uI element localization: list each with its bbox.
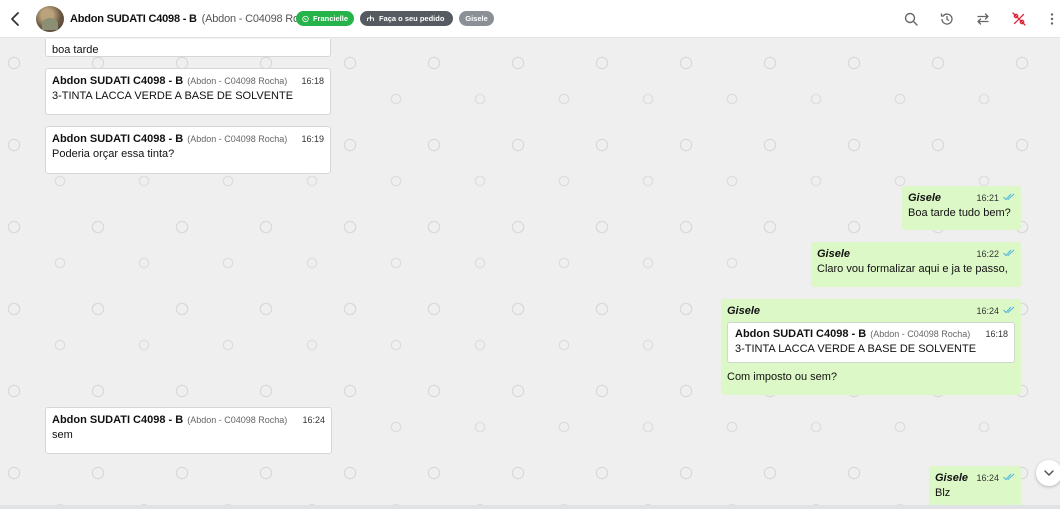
- quoted-time: 16:18: [985, 329, 1008, 339]
- composer-edge: [0, 505, 1060, 509]
- message-bubble-in[interactable]: Abdon SUDATI C4098 - B (Abdon - C04098 R…: [45, 407, 332, 454]
- message-author: Gisele: [817, 248, 851, 260]
- message-author-sub: (Abdon - C04098 Rocha): [187, 134, 288, 144]
- agent-tag-label: Gisele: [465, 14, 488, 23]
- order-tag-label: Faça o seu pedido: [379, 14, 445, 23]
- back-icon[interactable]: [9, 11, 23, 27]
- message-time: 16:24: [976, 306, 999, 316]
- read-ticks-icon: [1003, 473, 1015, 481]
- search-icon[interactable]: [903, 11, 919, 27]
- read-ticks-icon: [1003, 306, 1015, 314]
- message-author-sub: (Abdon - C04098 Rocha): [187, 415, 288, 425]
- percent-off-icon[interactable]: [1011, 11, 1027, 27]
- chevron-down-icon: [1044, 470, 1054, 477]
- history-icon[interactable]: [939, 11, 955, 27]
- message-list[interactable]: boa tarde Abdon SUDATI C4098 - B (Abdon …: [0, 39, 1060, 505]
- message-time: 16:22: [976, 249, 999, 259]
- message-bubble-in[interactable]: boa tarde: [45, 39, 331, 57]
- order-tag[interactable]: Faça o seu pedido: [360, 11, 453, 26]
- message-text: Blz: [935, 487, 951, 499]
- whatsapp-tag[interactable]: Francielle: [296, 11, 354, 26]
- quoted-author: Abdon SUDATI C4098 - B: [735, 328, 867, 340]
- read-ticks-icon: [1003, 193, 1015, 201]
- scroll-down-button[interactable]: [1036, 460, 1060, 486]
- message-bubble-out[interactable]: Gisele 16:21 Boa tarde tudo bem?: [902, 186, 1021, 230]
- transfer-icon[interactable]: [975, 11, 991, 27]
- contact-name[interactable]: Abdon SUDATI C4098 - B (Abdon - C04098 R…: [70, 13, 320, 25]
- quoted-author-sub: (Abdon - C04098 Rocha): [870, 329, 971, 339]
- message-text: 3-TINTA LACCA VERDE A BASE DE SOLVENTE: [52, 90, 294, 102]
- quoted-message[interactable]: Abdon SUDATI C4098 - B (Abdon - C04098 R…: [727, 322, 1015, 363]
- message-author: Gisele: [727, 305, 761, 317]
- more-vert-icon[interactable]: [1044, 11, 1060, 27]
- message-bubble-in[interactable]: Abdon SUDATI C4098 - B (Abdon - C04098 R…: [45, 68, 331, 115]
- message-bubble-out[interactable]: Gisele 16:24 Abdon SUDATI C4098 - B (Abd…: [721, 299, 1021, 395]
- message-text: Poderia orçar essa tinta?: [52, 148, 175, 160]
- message-text: Com imposto ou sem?: [727, 371, 838, 383]
- message-author: Abdon SUDATI C4098 - B: [52, 133, 184, 145]
- message-text: boa tarde: [52, 44, 99, 56]
- quoted-text: 3-TINTA LACCA VERDE A BASE DE SOLVENTE: [735, 343, 977, 355]
- message-text: Boa tarde tudo bem?: [908, 207, 1011, 219]
- message-author-sub: (Abdon - C04098 Rocha): [187, 76, 288, 86]
- message-text: Claro vou formalizar aqui e ja te passo,: [817, 263, 1008, 275]
- message-time: 16:24: [302, 415, 325, 425]
- message-bubble-out[interactable]: Gisele 16:22 Claro vou formalizar aqui e…: [811, 242, 1021, 287]
- message-author: Gisele: [908, 192, 942, 204]
- hierarchy-icon: [367, 15, 374, 21]
- agent-tag[interactable]: Gisele: [459, 11, 494, 26]
- message-author: Gisele: [935, 472, 969, 484]
- message-author: Abdon SUDATI C4098 - B: [52, 75, 184, 87]
- message-author: Abdon SUDATI C4098 - B: [52, 414, 184, 426]
- message-time: 16:19: [301, 134, 324, 144]
- message-bubble-out[interactable]: Gisele 16:24 Blz: [929, 466, 1021, 505]
- contact-name-label: Abdon SUDATI C4098 - B: [70, 13, 197, 25]
- message-time: 16:24: [976, 473, 999, 483]
- chat-header: Abdon SUDATI C4098 - B (Abdon - C04098 R…: [0, 0, 1060, 38]
- avatar[interactable]: [36, 6, 64, 32]
- message-time: 16:18: [301, 76, 324, 86]
- message-bubble-in[interactable]: Abdon SUDATI C4098 - B (Abdon - C04098 R…: [45, 126, 331, 174]
- whatsapp-tag-label: Francielle: [312, 14, 348, 23]
- message-time: 16:21: [976, 193, 999, 203]
- read-ticks-icon: [1003, 249, 1015, 257]
- message-text: sem: [52, 429, 73, 441]
- whatsapp-icon: [302, 15, 309, 22]
